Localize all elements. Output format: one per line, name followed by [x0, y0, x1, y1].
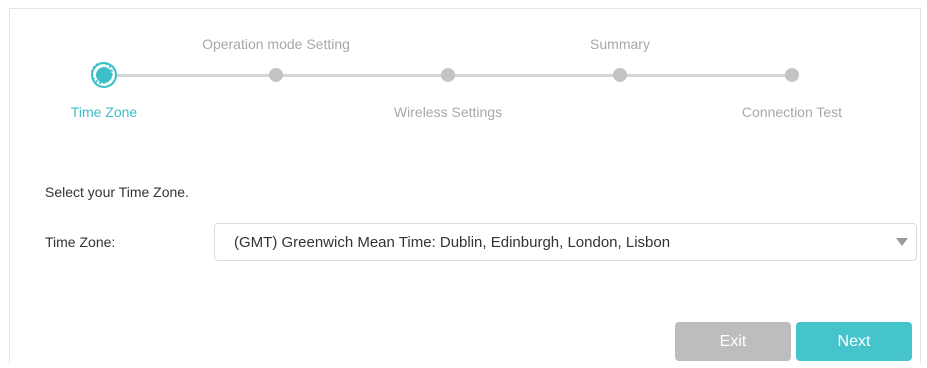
step-dot-summary[interactable] — [613, 68, 627, 82]
step-label-time-zone: Time Zone — [70, 104, 138, 120]
step-label-summary: Summary — [590, 36, 650, 52]
step-label-wireless-settings: Wireless Settings — [393, 104, 503, 120]
caret-down-icon[interactable] — [896, 238, 908, 246]
time-zone-label: Time Zone: — [45, 234, 116, 250]
time-zone-select-value: (GMT) Greenwich Mean Time: Dublin, Edinb… — [234, 234, 671, 251]
wizard-stepper: Time Zone Operation mode Setting Wireles… — [0, 0, 927, 130]
step-dot-connection-test[interactable] — [785, 68, 799, 82]
step-label-operation-mode: Operation mode Setting — [202, 36, 350, 52]
step-dot-time-zone[interactable] — [91, 62, 113, 84]
step-label-connection-test: Connection Test — [741, 104, 843, 120]
step-dot-operation-mode[interactable] — [269, 68, 283, 82]
time-zone-select[interactable]: (GMT) Greenwich Mean Time: Dublin, Edinb… — [214, 223, 917, 261]
next-button[interactable]: Next — [796, 322, 912, 361]
exit-button[interactable]: Exit — [675, 322, 791, 361]
time-zone-prompt: Select your Time Zone. — [45, 184, 189, 200]
step-dot-wireless-settings[interactable] — [441, 68, 455, 82]
